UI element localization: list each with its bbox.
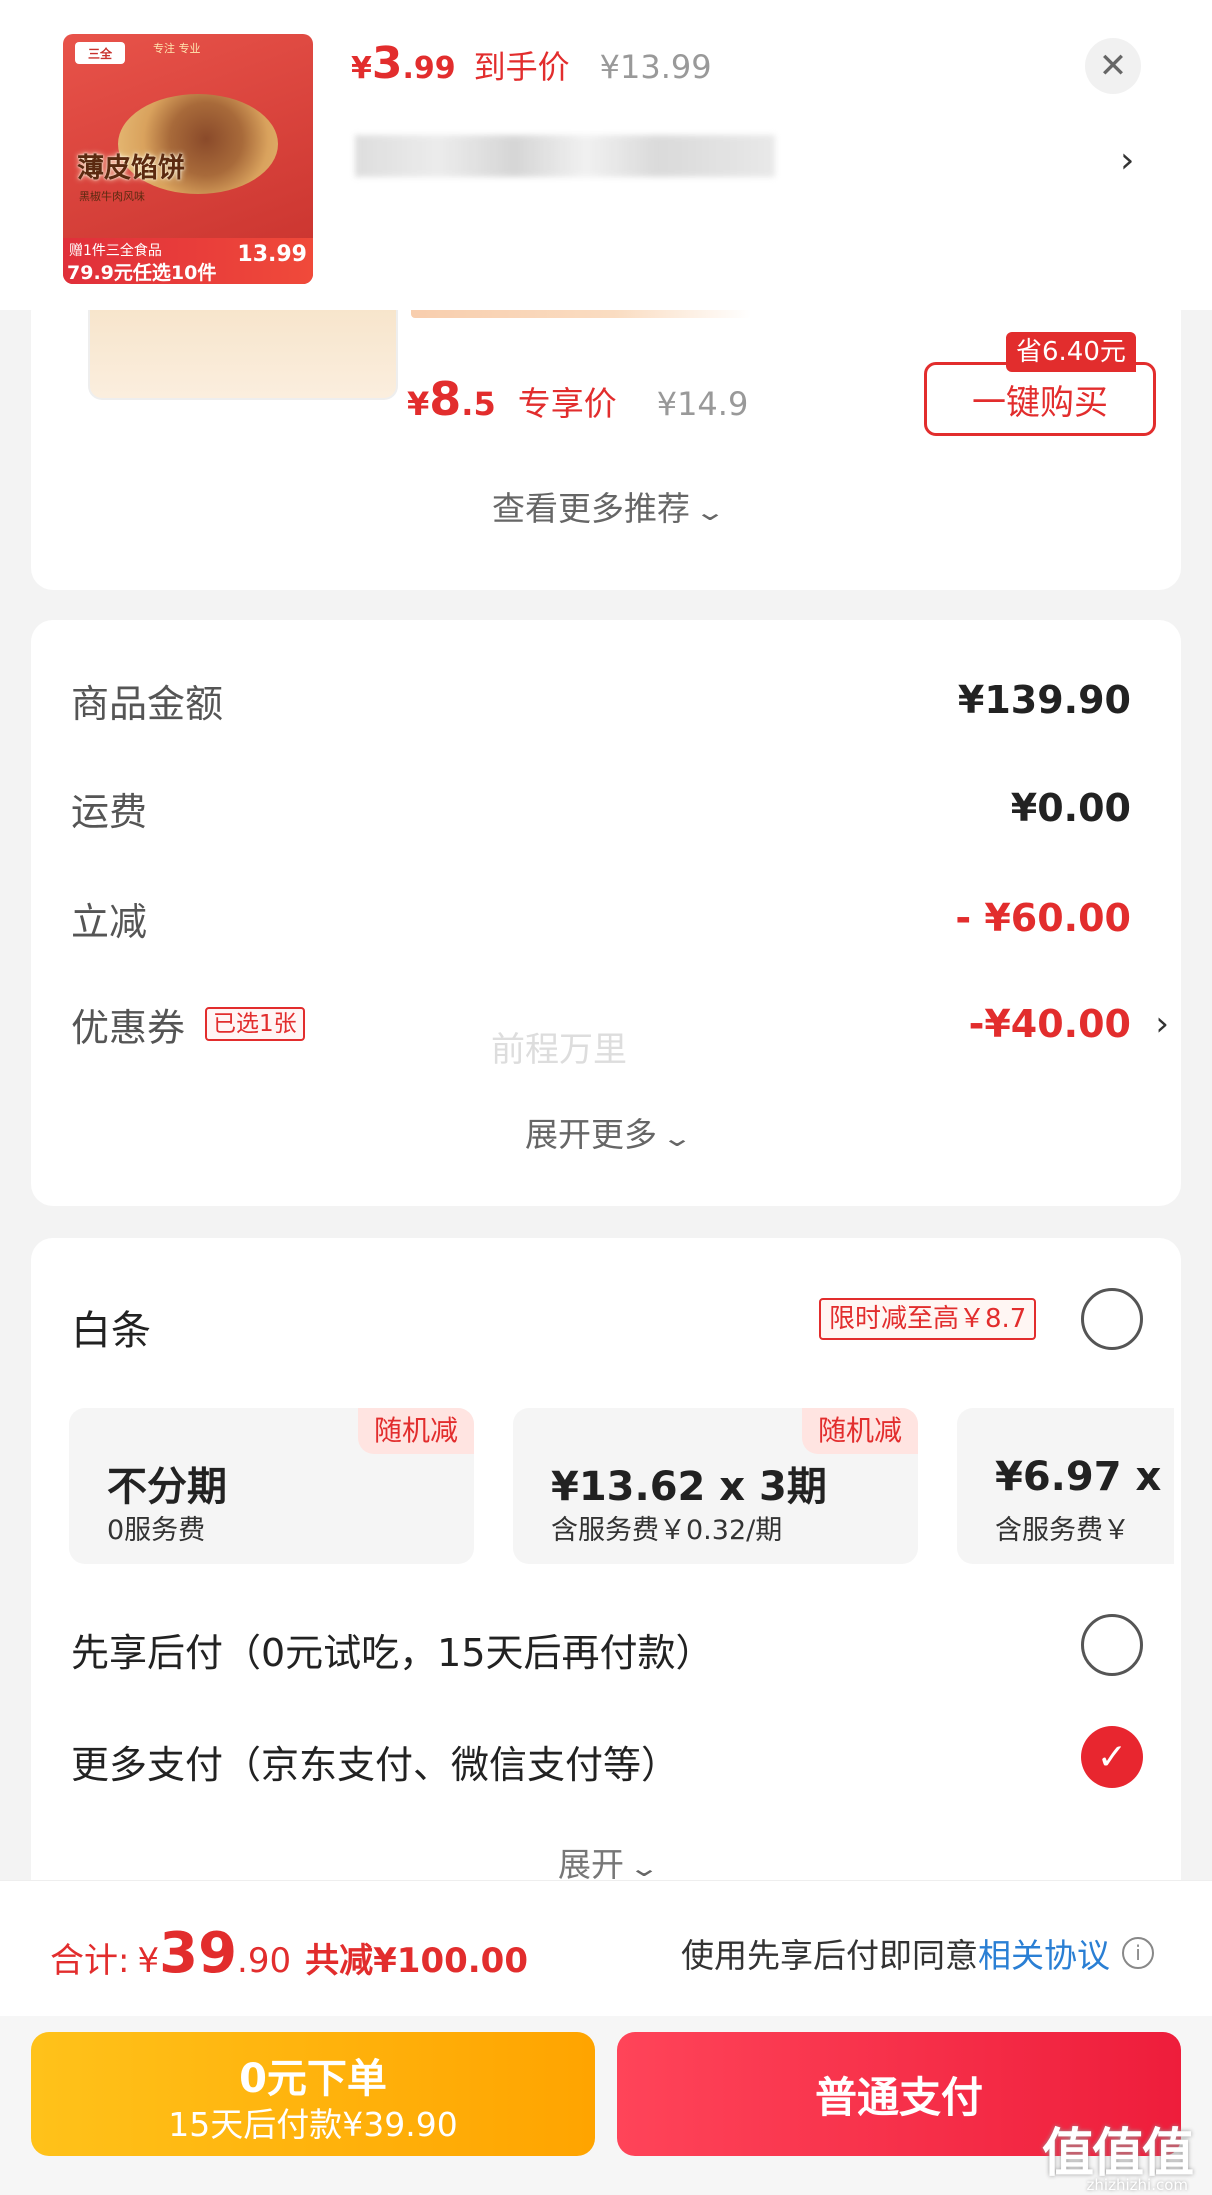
final-price: ¥ 3 .99 到手价 ¥13.99 <box>351 38 712 89</box>
more-payment-option-label[interactable]: 更多支付（京东支付、微信支付等） <box>71 1734 679 1789</box>
recommend-price-label: 专享价 <box>517 384 617 423</box>
original-price: ¥13.99 <box>599 48 712 86</box>
promo-badge: 赠1件三全食品 79.9元任选10件 13.99 <box>63 238 313 284</box>
payment-expand[interactable]: 展开 ⌄ <box>31 1838 1181 1886</box>
close-icon[interactable]: ✕ <box>1085 38 1141 94</box>
site-watermark-logo: 值值值 <box>1041 2123 1194 2184</box>
baitiao-title: 白条 <box>71 1308 151 1354</box>
amount-card: 商品金额 ¥139.90 运费 ¥0.00 立减 - ¥60.00 优惠券 已选… <box>31 620 1181 1206</box>
view-more-recommend[interactable]: 查看更多推荐 ⌄ <box>31 482 1181 530</box>
chevron-down-icon: ⌄ <box>693 498 727 526</box>
product-header: 三全 专注 专业 薄皮馅饼 黑椒牛肉风味 赠1件三全食品 79.9元任选10件 … <box>0 0 1212 310</box>
payment-card: 白条 限时减至高￥8.7 随机减 不分期 0服务费 随机减 ¥13.62 x 3… <box>31 1238 1181 1898</box>
amount-row-goods: 商品金额 ¥139.90 <box>71 678 1131 726</box>
bottom-action-bar: 0元下单 15天后付款¥39.90 普通支付 值值值 zhizhizhi.com <box>0 2016 1212 2195</box>
installment-option[interactable]: 随机减 ¥13.62 x 3期 含服务费￥0.32/期 <box>513 1408 918 1564</box>
recommend-card: ¥ 8 .5 专享价 ¥14.9 一键购买 省6.40元 查看更多推荐 ⌄ <box>31 290 1181 590</box>
total-amount: 合计: ¥ 39 .90 共减¥100.00 <box>50 1921 528 1986</box>
chevron-right-icon[interactable]: › <box>1155 1004 1169 1044</box>
installment-list: 随机减 不分期 0服务费 随机减 ¥13.62 x 3期 含服务费￥0.32/期… <box>69 1408 1174 1568</box>
site-watermark-url: zhizhizhi.com <box>1086 2176 1188 2194</box>
save-badge: 省6.40元 <box>1006 332 1136 372</box>
brand-logo: 三全 <box>75 42 125 64</box>
chevron-down-icon: ⌄ <box>660 1124 694 1152</box>
chevron-down-icon: ⌄ <box>627 1854 661 1882</box>
checkmark-icon[interactable]: ✓ <box>1081 1726 1143 1788</box>
baitiao-radio[interactable] <box>1081 1288 1143 1350</box>
amount-row-discount: 立减 - ¥60.00 <box>71 896 1131 944</box>
one-click-buy-button[interactable]: 一键购买 <box>924 362 1156 436</box>
expand-more[interactable]: 展开更多 ⌄ <box>31 1108 1181 1156</box>
bnpl-option-label[interactable]: 先享后付（0元试吃，15天后再付款） <box>71 1622 714 1677</box>
summary-bar: 合计: ¥ 39 .90 共减¥100.00 使用先享后付即同意 相关协议 i <box>0 1880 1212 2016</box>
recommend-price: ¥ 8 .5 专享价 ¥14.9 <box>407 372 749 426</box>
final-price-label: 到手价 <box>473 48 570 86</box>
info-icon[interactable]: i <box>1122 1937 1154 1969</box>
amount-row-shipping: 运费 ¥0.00 <box>71 786 1131 834</box>
agreement-notice: 使用先享后付即同意 相关协议 i <box>681 1929 1154 1977</box>
bnpl-order-button[interactable]: 0元下单 15天后付款¥39.90 <box>31 2032 595 2156</box>
random-discount-badge: 随机减 <box>801 1408 918 1454</box>
random-discount-badge: 随机减 <box>357 1408 474 1454</box>
coupon-selected-tag: 已选1张 <box>205 1007 305 1041</box>
product-image[interactable]: 三全 专注 专业 薄皮馅饼 黑椒牛肉风味 赠1件三全食品 79.9元任选10件 … <box>63 34 313 284</box>
product-image-title: 薄皮馅饼 <box>77 153 185 184</box>
baitiao-promo-tag: 限时减至高￥8.7 <box>819 1298 1037 1340</box>
bnpl-radio[interactable] <box>1081 1614 1143 1676</box>
installment-option[interactable]: 随机减 不分期 0服务费 <box>69 1408 474 1564</box>
total-saved: 共减¥100.00 <box>305 1941 528 1981</box>
agreement-link[interactable]: 相关协议 <box>978 1929 1110 1977</box>
installment-option[interactable]: ¥6.97 x 含服务费￥ <box>957 1408 1174 1564</box>
blurred-address[interactable] <box>355 135 775 177</box>
recommend-original-price: ¥14.9 <box>656 385 749 423</box>
watermark-text: 前程万里 <box>491 1030 627 1070</box>
chevron-right-icon[interactable]: › <box>1120 140 1134 181</box>
